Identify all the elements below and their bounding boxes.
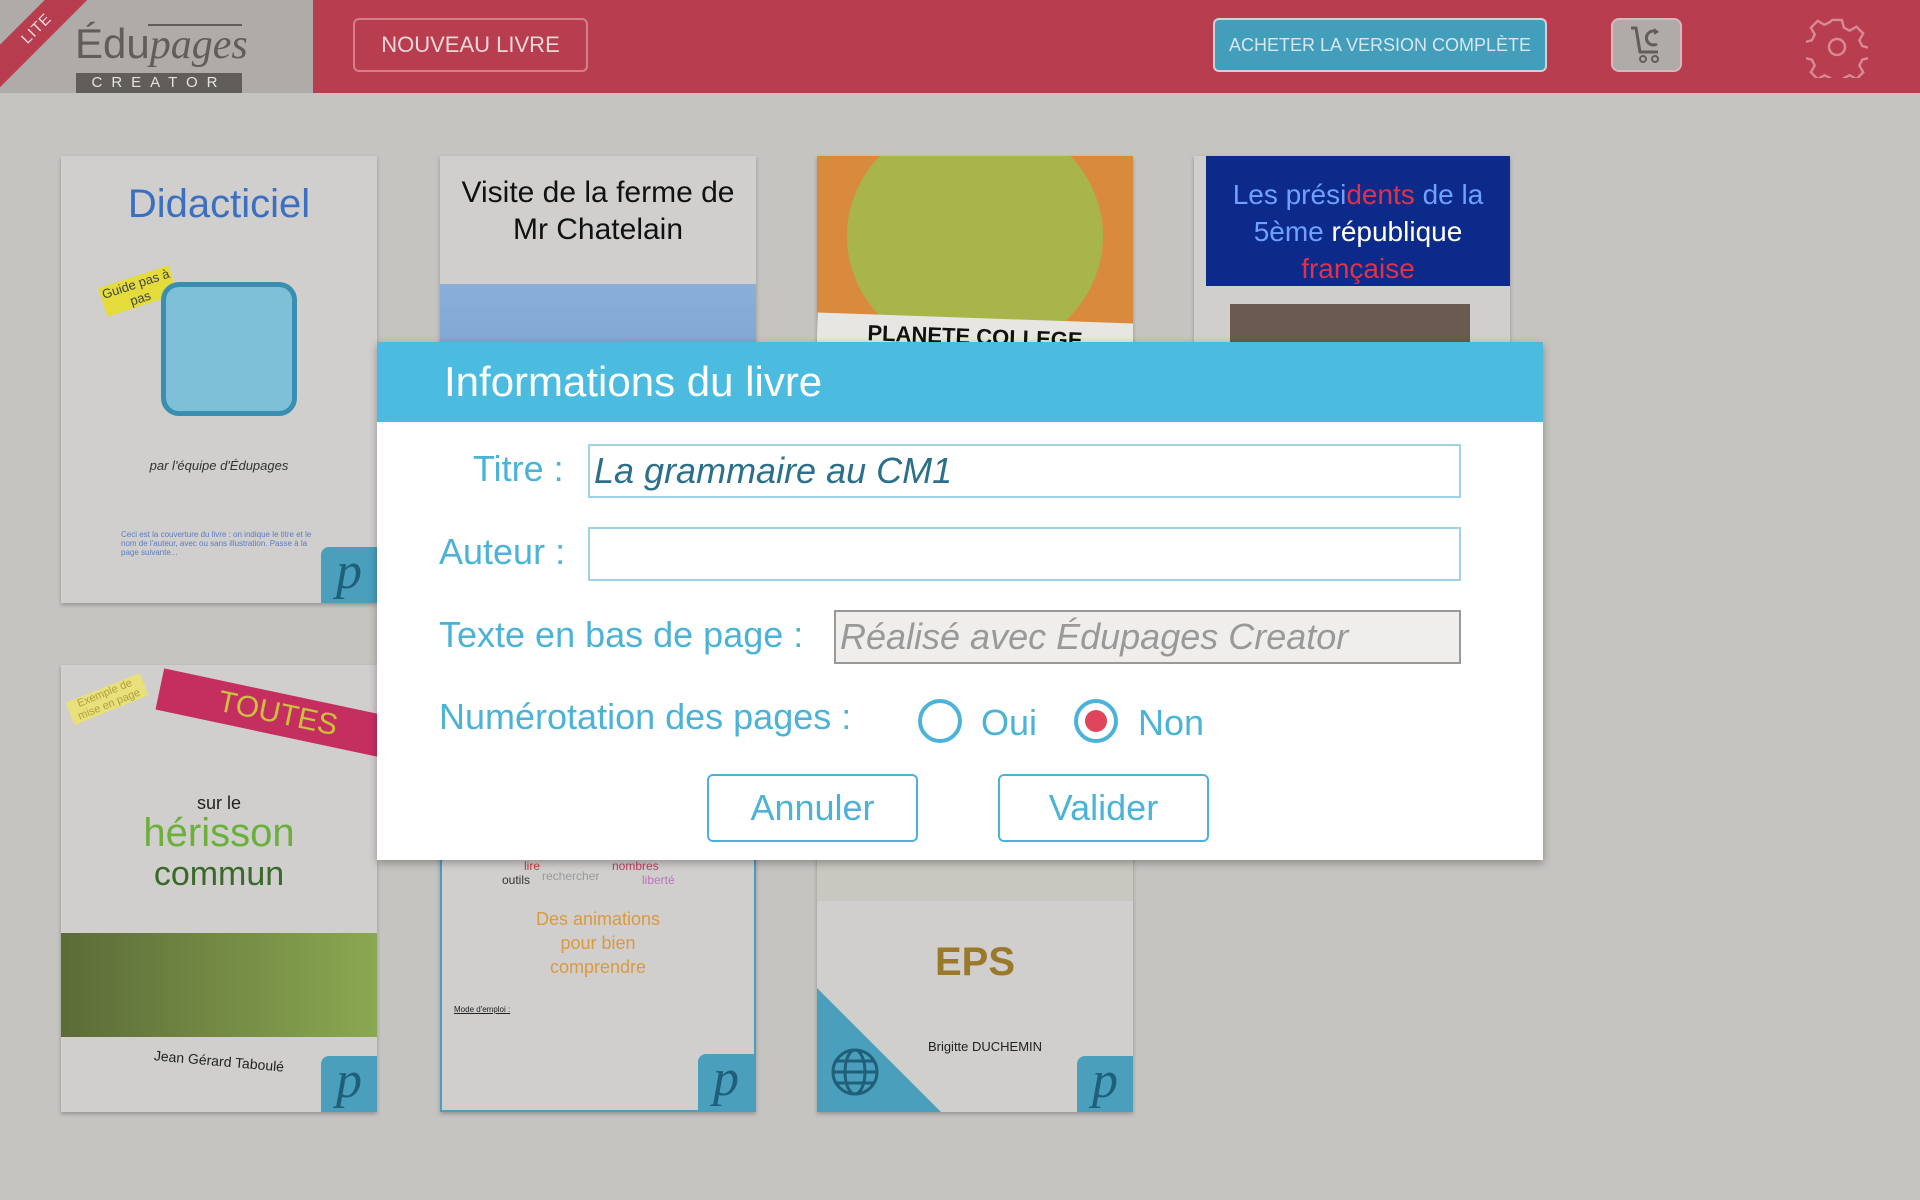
book-banner: TOUTES — [155, 668, 377, 764]
footer-text-label: Texte en bas de page : — [439, 614, 804, 655]
book-author: Brigitte DUCHEMIN — [927, 1039, 1043, 1054]
author-label: Auteur : — [439, 531, 566, 572]
restore-purchase-button[interactable] — [1611, 18, 1682, 72]
gear-icon[interactable] — [1806, 16, 1868, 78]
buy-full-version-button[interactable]: ACHETER LA VERSION COMPLÈTE — [1213, 18, 1547, 72]
numbering-oui-radio[interactable] — [918, 699, 962, 743]
book-note: Mode d'emploi : — [454, 1005, 511, 1014]
title-input[interactable]: La grammaire au CM1 — [588, 444, 1461, 498]
page-numbering-label: Numérotation des pages : — [439, 696, 852, 737]
numbering-non-radio[interactable] — [1074, 699, 1118, 743]
book-illustration — [161, 282, 297, 416]
book-title: Didacticiel — [127, 182, 311, 226]
numbering-oui-label[interactable]: Oui — [981, 702, 1037, 744]
book-card-didacticiel[interactable]: Didacticiel Guide pas à pas par l'équipe… — [61, 156, 377, 603]
book-title: Visite de la ferme de Mr Chatelain — [461, 176, 735, 246]
logo-text: Édupages — [75, 20, 248, 68]
publish-badge-icon: p — [321, 546, 377, 603]
cancel-button[interactable]: Annuler — [707, 774, 918, 842]
publish-badge-icon: p — [321, 1055, 377, 1112]
book-title-2: commun — [153, 855, 285, 893]
book-title: hérisson — [143, 811, 295, 855]
book-info-dialog: Informations du livre Titre : La grammai… — [377, 342, 1543, 860]
numbering-non-label[interactable]: Non — [1138, 702, 1204, 744]
book-note: Ceci est la couverture du livre : on ind… — [121, 530, 312, 557]
footer-text-input[interactable]: Réalisé avec Édupages Creator — [834, 610, 1461, 664]
edupages-logo: LITE Édupages CREATOR — [0, 0, 313, 93]
book-author: par l'équipe d'Édupages — [149, 458, 289, 473]
book-photo — [61, 933, 377, 1037]
logo-creator: CREATOR — [76, 73, 242, 93]
publish-badge-icon: p — [698, 1053, 754, 1110]
book-card-herisson[interactable]: Exemple de mise en page TOUTES sur le hé… — [61, 665, 377, 1112]
validate-button[interactable]: Valider — [998, 774, 1209, 842]
book-title: EPS — [934, 940, 1016, 984]
top-bar: LITE Édupages CREATOR NOUVEAU LIVRE ACHE… — [0, 0, 1920, 93]
book-title: Les présidents de la 5ème république fra… — [1206, 156, 1510, 286]
author-input[interactable] — [588, 527, 1461, 581]
dialog-title: Informations du livre — [377, 342, 1543, 422]
book-subtitle: Des animations pour bien comprendre — [535, 909, 661, 977]
new-book-button[interactable]: NOUVEAU LIVRE — [353, 18, 588, 72]
title-label: Titre : — [473, 448, 564, 489]
publish-badge-icon: p — [1077, 1055, 1133, 1112]
book-tag: Exemple de mise en page — [65, 672, 149, 726]
cart-refresh-icon — [1630, 26, 1659, 63]
